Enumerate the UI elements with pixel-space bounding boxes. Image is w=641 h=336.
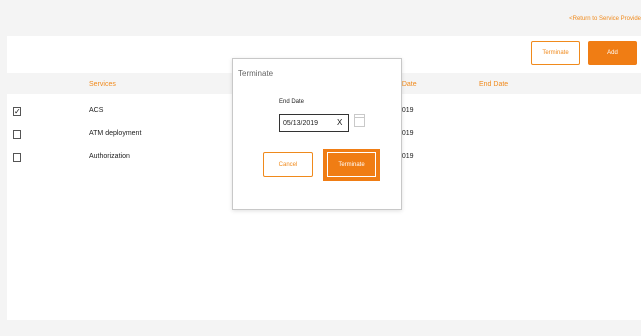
add-button[interactable]: Add bbox=[588, 41, 637, 65]
service-name: ATM deployment bbox=[89, 130, 142, 137]
column-header-services[interactable]: Services bbox=[89, 81, 116, 88]
terminate-button[interactable]: Terminate bbox=[531, 41, 580, 65]
dialog-title: Terminate bbox=[238, 69, 274, 78]
row-checkbox[interactable]: ✓ bbox=[13, 107, 21, 116]
cancel-button[interactable]: Cancel bbox=[263, 152, 313, 177]
return-to-service-provider-link[interactable]: <Return to Service Provide bbox=[569, 16, 641, 22]
service-name: Authorization bbox=[89, 153, 130, 160]
confirm-terminate-button[interactable]: Terminate bbox=[323, 149, 380, 181]
service-name: ACS bbox=[89, 107, 104, 114]
column-header-end-date[interactable]: End Date bbox=[479, 81, 508, 88]
confirm-terminate-label: Terminate bbox=[327, 152, 376, 177]
calendar-icon[interactable] bbox=[354, 114, 365, 127]
terminate-dialog: Terminate End Date X Cancel Terminate bbox=[232, 58, 402, 210]
row-checkbox[interactable] bbox=[13, 153, 21, 162]
row-checkbox[interactable] bbox=[13, 130, 21, 139]
top-bar: <Return to Service Provide bbox=[0, 0, 641, 36]
end-date-label: End Date bbox=[279, 99, 305, 105]
clear-date-button[interactable]: X bbox=[337, 118, 342, 127]
